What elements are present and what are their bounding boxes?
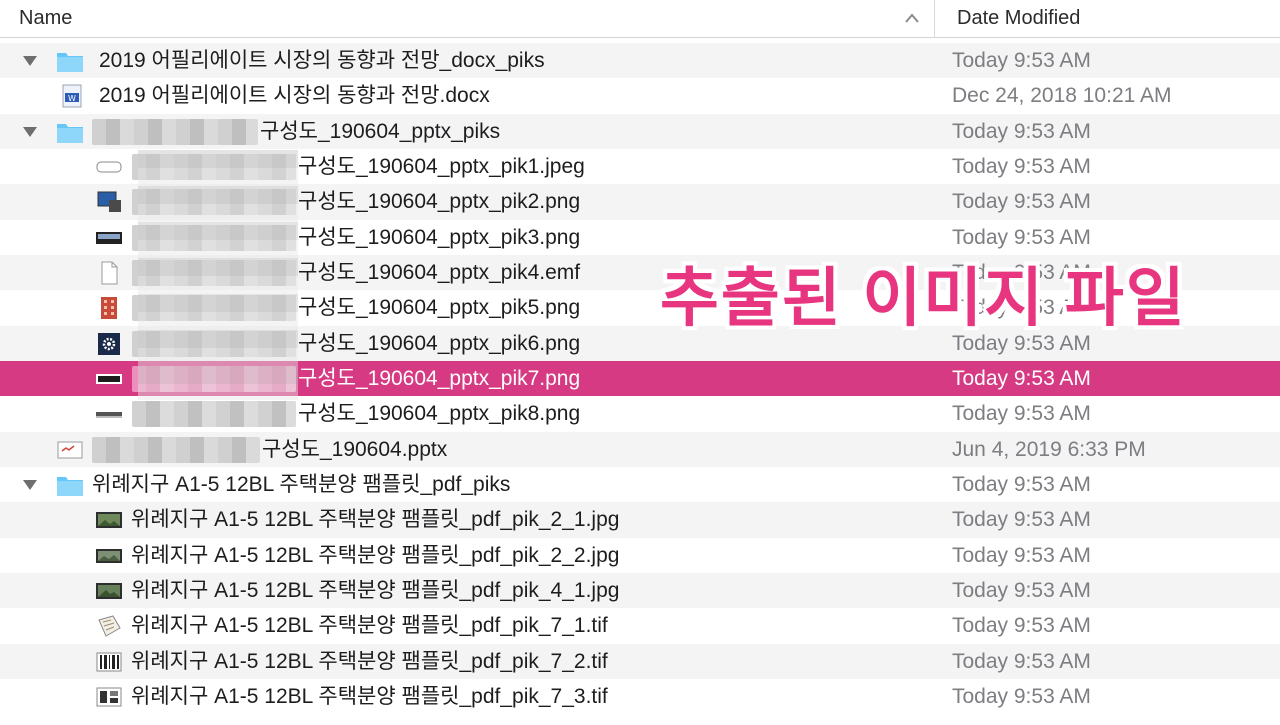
date-modified: Today 9:53 AM	[952, 190, 1091, 214]
bar-thumb-icon	[96, 373, 122, 384]
disclosure-triangle-icon[interactable]	[22, 55, 38, 67]
file-name: 위례지구 A1-5 12BL 주택분양 팸플릿_pdf_pik_7_3.tif	[131, 684, 608, 708]
file-name: 위례지구 A1-5 12BL 주택분양 팸플릿_pdf_piks	[92, 472, 511, 496]
file-name: 구성도_190604_pptx_pik4.emf	[298, 260, 581, 284]
file-name: 위례지구 A1-5 12BL 주택분양 팸플릿_pdf_pik_4_1.jpg	[131, 578, 620, 602]
file-name: 위례지구 A1-5 12BL 주택분양 팸플릿_pdf_pik_7_1.tif	[131, 614, 608, 638]
file-row[interactable]: 위례지구 A1-5 12BL 주택분양 팸플릿_pdf_pik_2_2.jpg …	[0, 538, 1280, 573]
file-row[interactable]: 위례지구 A1-5 12BL 주택분양 팸플릿_pdf_pik_4_1.jpg …	[0, 572, 1280, 609]
pptx-doc-icon	[57, 441, 83, 459]
redacted-text	[132, 330, 296, 357]
folder-row[interactable]: 2019 어필리에이트 시장의 동향과 전망_docx_piks Today 9…	[0, 43, 1280, 79]
file-name: 2019 어필리에이트 시장의 동향과 전망_docx_piks	[99, 49, 545, 72]
file-name: 위례지구 A1-5 12BL 주택분양 팸플릿_pdf_pik_7_2.tif	[131, 649, 608, 673]
file-row[interactable]: 위례지구 A1-5 12BL 주택분양 팸플릿_pdf_pik_2_1.jpg …	[0, 502, 1280, 538]
redacted-text	[92, 118, 258, 145]
photo-thumb-icon	[96, 582, 122, 599]
file-name: 구성도_190604_pptx_pik3.png	[298, 225, 581, 249]
file-row[interactable]: W 2019 어필리에이트 시장의 동향과 전망.docx Dec 24, 20…	[0, 78, 1280, 113]
date-modified: Today 9:53 AM	[952, 472, 1091, 496]
redacted-text	[132, 189, 296, 216]
redacted-text	[132, 153, 296, 180]
file-list[interactable]: 2019 어필리에이트 시장의 동향과 전망_docx_piks Today 9…	[0, 43, 1280, 714]
file-name: 구성도_190604_pptx_piks	[260, 119, 501, 143]
file-name: 구성도_190604_pptx_pik2.png	[298, 190, 581, 214]
disclosure-triangle-icon[interactable]	[22, 479, 38, 491]
file-row[interactable]: 위례지구 A1-5 12BL 주택분양 팸플릿_pdf_pik_7_1.tif …	[0, 608, 1280, 643]
file-row[interactable]: 구성도_190604_pptx_pik2.png Today 9:53 AM	[0, 184, 1280, 220]
redacted-text	[132, 365, 296, 392]
file-row[interactable]: 위례지구 A1-5 12BL 주택분양 팸플릿_pdf_pik_7_2.tif …	[0, 643, 1280, 679]
blank-file-icon	[101, 261, 118, 285]
file-name: 2019 어필리에이트 시장의 동향과 전망.docx	[99, 84, 490, 108]
date-modified: Dec 24, 2018 10:21 AM	[952, 84, 1172, 108]
date-modified: Jun 4, 2019 6:33 PM	[952, 437, 1146, 461]
date-modified: Today 9:53 AM	[952, 578, 1091, 602]
file-name: 위례지구 A1-5 12BL 주택분양 팸플릿_pdf_pik_2_1.jpg	[131, 508, 620, 532]
photo-thumb-icon	[96, 512, 122, 529]
device-thumb-icon	[96, 231, 122, 244]
file-row[interactable]: 구성도_190604_pptx_pik1.jpeg Today 9:53 AM	[0, 149, 1280, 184]
photo-thumb-icon	[96, 548, 122, 563]
redacted-text	[92, 436, 260, 463]
file-row[interactable]: 위례지구 A1-5 12BL 주택분양 팸플릿_pdf_pik_7_3.tif …	[0, 679, 1280, 714]
file-name: 구성도_190604_pptx_pik1.jpeg	[298, 154, 585, 178]
date-modified: Today 9:53 AM	[952, 154, 1091, 178]
date-modified: Today 9:53 AM	[952, 649, 1091, 673]
date-column-label: Date Modified	[957, 7, 1081, 29]
date-modified: Today 9:53 AM	[952, 508, 1091, 532]
file-row[interactable]: 구성도_190604.pptx Jun 4, 2019 6:33 PM	[0, 431, 1280, 467]
file-name: 구성도_190604.pptx	[262, 437, 448, 461]
annotation-overlay-text: 추출된 이미지 파일	[660, 262, 1187, 334]
redacted-text	[132, 401, 296, 428]
file-name: 구성도_190604_pptx_pik5.png	[298, 296, 581, 320]
sort-ascending-icon[interactable]	[904, 11, 920, 25]
file-name: 구성도_190604_pptx_pik7.png	[298, 366, 581, 390]
file-row[interactable]: 구성도_190604_pptx_pik8.png Today 9:53 AM	[0, 396, 1280, 431]
redacted-text	[132, 224, 296, 251]
file-name: 구성도_190604_pptx_pik6.png	[298, 331, 581, 355]
date-modified: Today 9:53 AM	[952, 49, 1091, 72]
folder-icon	[57, 123, 83, 143]
folder-icon	[57, 53, 83, 72]
disclosure-triangle-icon[interactable]	[22, 126, 38, 138]
computer-thumb-icon	[97, 191, 121, 213]
building-thumb-icon	[101, 297, 117, 320]
date-modified: Today 9:53 AM	[952, 614, 1091, 638]
file-name: 위례지구 A1-5 12BL 주택분양 팸플릿_pdf_pik_2_2.jpg	[131, 543, 620, 567]
folder-row[interactable]: 구성도_190604_pptx_piks Today 9:53 AM	[0, 113, 1280, 149]
image-thumb-icon	[96, 161, 122, 173]
gear-thumb-icon	[98, 332, 120, 355]
file-name: 구성도_190604_pptx_pik8.png	[298, 402, 581, 426]
date-modified: Today 9:53 AM	[952, 543, 1091, 567]
name-column-label: Name	[19, 7, 73, 29]
folder-row[interactable]: 위례지구 A1-5 12BL 주택분양 팸플릿_pdf_piks Today 9…	[0, 467, 1280, 502]
redacted-text	[132, 259, 296, 286]
line-thumb-icon	[96, 412, 122, 419]
word-doc-icon: W	[62, 84, 82, 108]
map-thumb-icon	[98, 615, 121, 637]
plan-thumb-icon	[96, 687, 122, 707]
date-modified: Today 9:53 AM	[952, 366, 1091, 390]
column-header: Name Date Modified	[0, 0, 1280, 38]
date-modified: Today 9:53 AM	[952, 119, 1091, 143]
date-modified: Today 9:53 AM	[952, 684, 1091, 708]
folder-icon	[57, 476, 83, 496]
name-column-header[interactable]: Name	[0, 0, 934, 38]
date-modified-column-header[interactable]: Date Modified	[934, 0, 1280, 38]
date-modified: Today 9:53 AM	[952, 402, 1091, 426]
barcode-thumb-icon	[96, 652, 122, 672]
svg-text:W: W	[68, 94, 76, 103]
redacted-text	[132, 295, 296, 322]
file-row-selected[interactable]: 구성도_190604_pptx_pik7.png Today 9:53 AM	[0, 360, 1280, 397]
